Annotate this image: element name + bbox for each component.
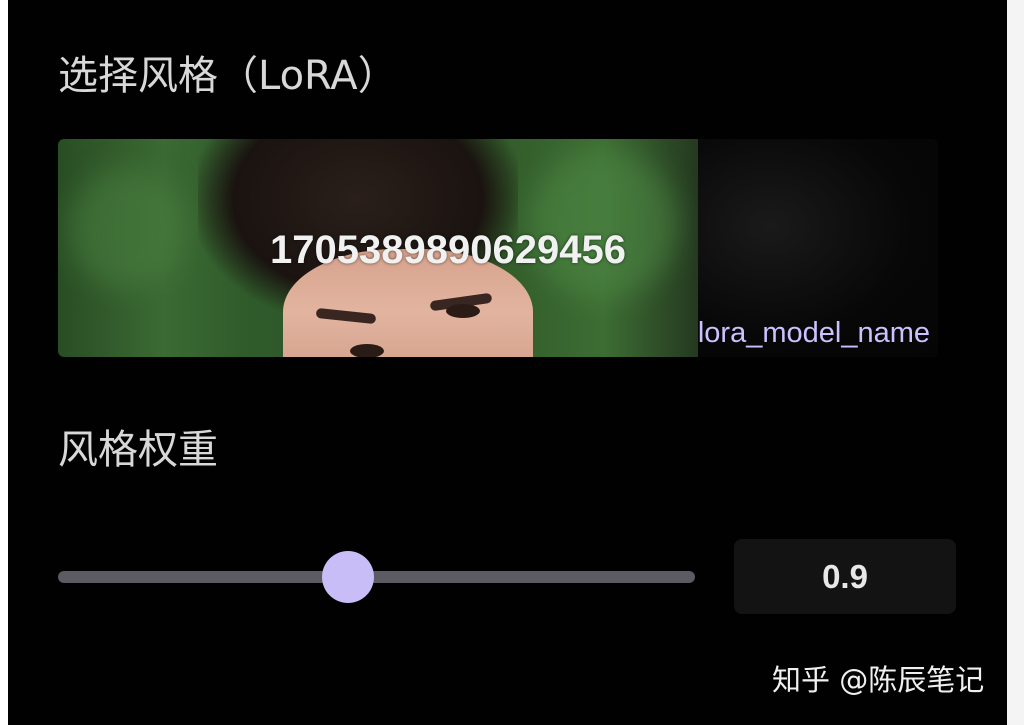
watermark-text: 知乎 @陈辰笔记: [772, 663, 985, 697]
lora-section-title: 选择风格（LoRA）: [58, 53, 398, 99]
lora-model-name: lora_model_name: [697, 317, 930, 349]
lora-style-card[interactable]: 1705389890629456 lora_model_name: [58, 139, 938, 357]
slider-track[interactable]: [58, 571, 695, 583]
settings-panel: [8, 0, 1007, 725]
lora-id-text: 1705389890629456: [270, 228, 626, 272]
slider-thumb[interactable]: [322, 551, 375, 603]
thumbnail-eye: [350, 344, 384, 357]
weight-value-input[interactable]: 0.9: [734, 539, 956, 614]
panel-edge: [1007, 0, 1024, 725]
background-blur: [528, 149, 678, 299]
weight-section-title: 风格权重: [58, 427, 218, 473]
style-weight-slider[interactable]: [58, 550, 695, 604]
thumbnail-eye: [446, 304, 480, 318]
